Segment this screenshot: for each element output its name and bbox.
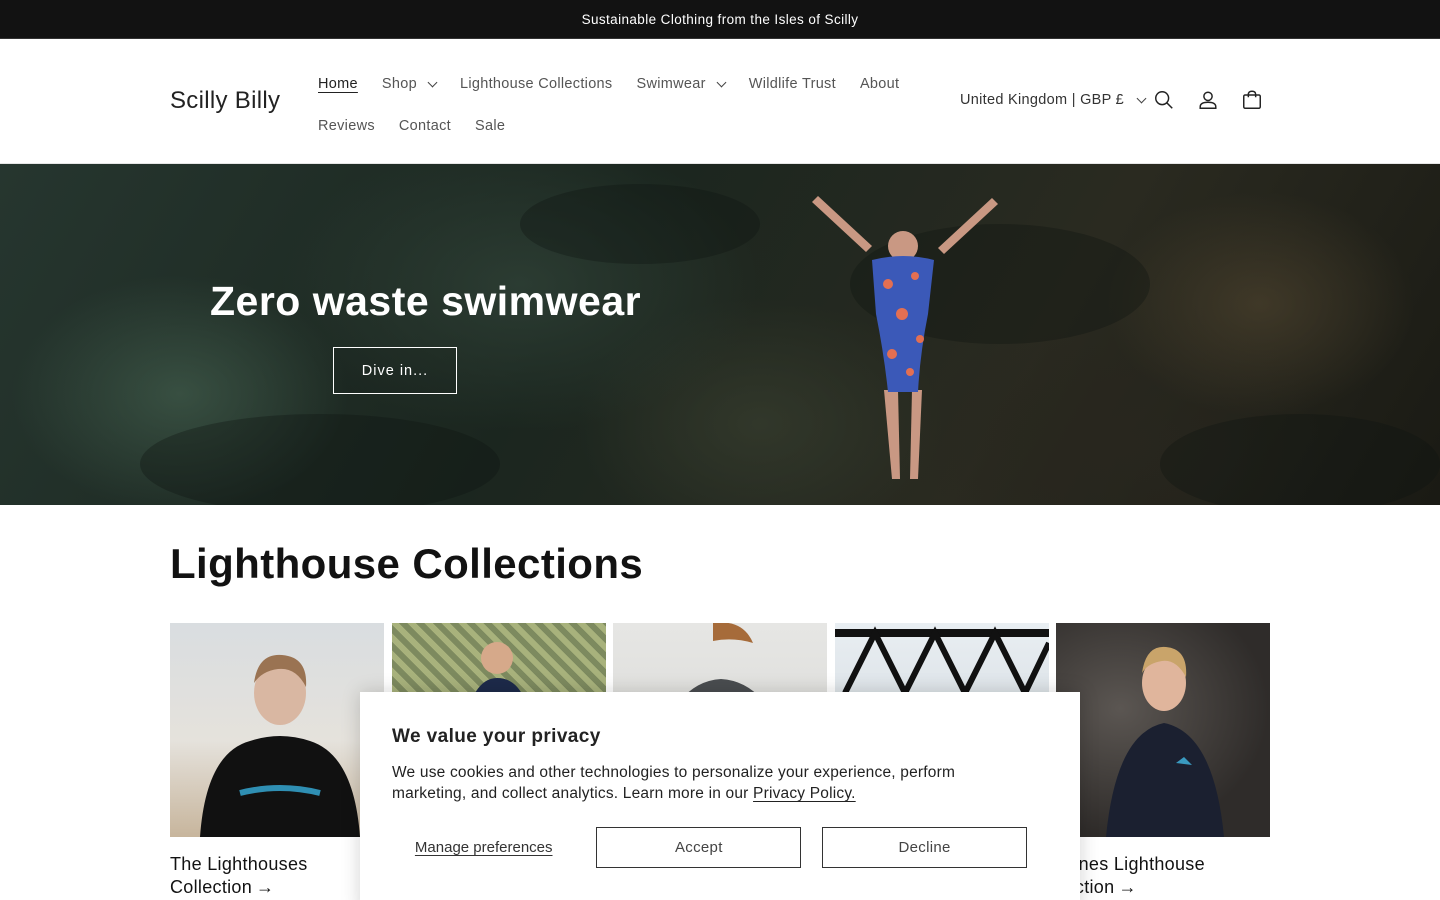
hero-cta-button[interactable]: Dive in... (333, 347, 457, 394)
arrow-right-icon: → (256, 877, 275, 897)
cookie-banner-text: We use cookies and other technologies to… (392, 764, 956, 802)
nav-item-reviews[interactable]: Reviews (306, 105, 387, 147)
nav-item-contact[interactable]: Contact (387, 105, 463, 147)
site-header: Scilly Billy Home Shop Lighthouse Collec… (0, 39, 1440, 164)
section-title: Lighthouse Collections (170, 540, 644, 587)
account-icon[interactable] (1188, 79, 1228, 121)
hero-title: Zero waste swimwear (210, 278, 642, 324)
collection-card[interactable]: The Lighthouses Collection → (170, 623, 384, 899)
cart-icon[interactable] (1232, 79, 1272, 121)
chevron-down-icon (716, 77, 727, 87)
country-selector-label: United Kingdom | GBP £ (960, 92, 1125, 108)
nav-item-shop[interactable]: Shop (370, 63, 448, 105)
site-logo[interactable]: Scilly Billy (170, 87, 280, 115)
nav-item-wildlife-trust[interactable]: Wildlife Trust (737, 63, 848, 105)
country-selector[interactable]: United Kingdom | GBP £ (950, 79, 1155, 121)
hero-swimmer-illustration (140, 184, 1440, 505)
nav-item-home[interactable]: Home (306, 63, 370, 105)
hero-banner: Zero waste swimwear Dive in... (0, 164, 1440, 505)
accept-button[interactable]: Accept (596, 827, 802, 868)
main-nav: Home Shop Lighthouse Collections Swimwea… (306, 63, 926, 147)
chevron-down-icon (427, 77, 438, 87)
search-icon[interactable] (1144, 79, 1184, 121)
cookie-banner-title: We value your privacy (392, 726, 601, 747)
cookie-banner: We value your privacy We use cookies and… (360, 692, 1080, 900)
collection-card-title: Collection (170, 877, 253, 897)
announcement-text: Sustainable Clothing from the Isles of S… (581, 11, 859, 27)
collection-card-image (170, 623, 384, 837)
nav-item-sale[interactable]: Sale (463, 105, 517, 147)
nav-item-swimwear[interactable]: Swimwear (624, 63, 736, 105)
collection-card[interactable]: Agnes Lighthouse llection → (1056, 623, 1270, 899)
manage-preferences-button[interactable]: Manage preferences (392, 827, 575, 868)
announcement-bar: Sustainable Clothing from the Isles of S… (0, 0, 1440, 39)
collection-card-title: The Lighthouses (170, 854, 308, 874)
collection-card-image (1056, 623, 1270, 837)
cookie-banner-actions: Manage preferences Accept Decline (392, 827, 1048, 868)
decline-button[interactable]: Decline (822, 827, 1027, 868)
arrow-right-icon: → (1118, 877, 1137, 897)
nav-item-about[interactable]: About (848, 63, 911, 105)
privacy-policy-link[interactable]: Privacy Policy. (753, 785, 856, 802)
nav-item-lighthouse-collections[interactable]: Lighthouse Collections (448, 63, 625, 105)
